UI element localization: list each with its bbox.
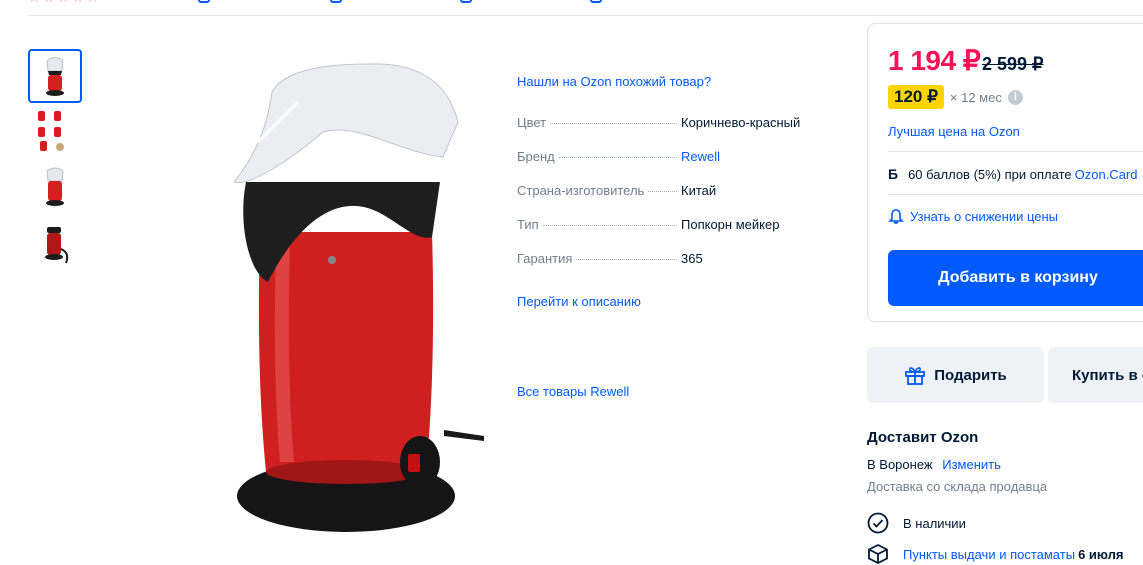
thumbnail-4[interactable] (28, 217, 82, 271)
gift-button[interactable]: Подарить (867, 347, 1044, 403)
spec-leader (542, 225, 677, 226)
points-text: 60 баллов (5%) при оплате (908, 166, 1072, 182)
bell-icon (888, 209, 904, 224)
box-icon (868, 543, 888, 565)
spec-leader (558, 157, 677, 158)
spec-row-type: Тип Попкорн мейкер (517, 217, 837, 251)
divider (888, 151, 1143, 152)
spec-label: Бренд (517, 149, 555, 164)
similar-product-link[interactable]: Нашли на Ozon похожий товар? (517, 74, 711, 89)
go-to-description-link[interactable]: Перейти к описанию (517, 294, 641, 309)
stock-status: В наличии (867, 512, 966, 534)
spec-value: 365 (681, 251, 703, 266)
delivery-title: Доставит Ozon (867, 429, 979, 446)
spec-label: Гарантия (517, 251, 573, 266)
spec-label: Цвет (517, 115, 547, 130)
spec-value: Китай (681, 183, 717, 198)
popcorn-maker-side-icon (46, 167, 64, 206)
popcorn-maker-back-icon (45, 227, 69, 264)
check-circle-icon (867, 512, 889, 534)
thumbnail-2[interactable] (28, 105, 82, 159)
spec-leader (648, 191, 677, 192)
price-alert-link[interactable]: Узнать о снижении цены (910, 209, 1058, 224)
spec-label: Тип (517, 217, 539, 232)
spec-label: Страна-изготовитель (517, 183, 645, 198)
gift-icon (905, 367, 926, 385)
popcorn-maker-views-icon (38, 111, 64, 151)
spec-leader (550, 123, 677, 124)
spec-leader (576, 259, 677, 260)
all-brand-products-link[interactable]: Все товары Rewell (517, 384, 629, 399)
info-icon[interactable]: i (1007, 89, 1023, 105)
rating-strip: ☆☆☆☆☆ (0, 0, 1143, 16)
thumbnail-list (28, 49, 84, 273)
spec-row-brand: Бренд Rewell (517, 149, 837, 183)
divider (28, 15, 1143, 16)
add-to-cart-button[interactable]: Добавить в корзину (888, 250, 1143, 306)
pickup-points-link[interactable]: Пункты выдачи и постаматы (903, 547, 1075, 562)
installment[interactable]: 120 ₽ × 12 мес i (888, 84, 1023, 110)
points-info: Б 60 баллов (5%) при оплате Ozon.Card (888, 166, 1138, 182)
brand-link[interactable]: Rewell (681, 149, 837, 164)
price-alert[interactable]: Узнать о снижении цены (888, 209, 1058, 224)
spec-row-country: Страна-изготовитель Китай (517, 183, 837, 217)
delivery-city-row: В Воронеж Изменить (867, 457, 1001, 472)
spec-value: Попкорн мейкер (681, 217, 780, 232)
divider (888, 194, 1143, 195)
power-cord (444, 430, 484, 441)
spec-row-warranty: Гарантия 365 (517, 251, 837, 285)
thumbnail-3[interactable] (28, 161, 82, 215)
buy-label: Купить в один клик (1072, 366, 1143, 384)
lid (233, 63, 459, 184)
current-price: 1 194 ₽ (888, 45, 981, 76)
best-price-link[interactable]: Лучшая цена на Ozon (888, 124, 1020, 139)
share-icon[interactable] (460, 0, 472, 3)
specs-list: Цвет Коричнево-красный Бренд Rewell Стра… (517, 115, 837, 285)
rating-stars[interactable]: ☆☆☆☆☆ (28, 0, 101, 6)
delivery-note: Доставка со склада продавца (867, 479, 1048, 494)
gift-label: Подарить (934, 366, 1007, 384)
pickup-date: 6 июля (1078, 546, 1124, 562)
price-card: 1 194 ₽ 2 599 ₽ 120 ₽ × 12 мес i Лучшая … (867, 23, 1143, 322)
spec-row-color: Цвет Коричнево-красный (517, 115, 837, 149)
buy-one-click-button[interactable]: Купить в один клик (1048, 347, 1143, 403)
questions-icon[interactable] (330, 0, 342, 3)
old-price: 2 599 ₽ (982, 54, 1044, 74)
reviews-icon[interactable] (198, 0, 210, 3)
power-switch (408, 454, 420, 472)
product-image[interactable] (228, 62, 484, 534)
popcorn-maker-thumb-icon (46, 57, 64, 96)
points-icon: Б (888, 166, 899, 182)
delivery-city: В Воронеж (867, 457, 933, 472)
screw (328, 256, 336, 264)
pickup-row: Пункты выдачи и постаматы 6 июля (867, 543, 1124, 565)
ozon-card-link[interactable]: Ozon.Card (1075, 167, 1138, 182)
change-city-link[interactable]: Изменить (942, 457, 1001, 472)
installment-term: × 12 мес (949, 89, 1002, 105)
installment-badge: 120 ₽ (888, 85, 944, 109)
compare-icon[interactable] (590, 0, 602, 3)
thumbnail-1[interactable] (28, 49, 82, 103)
in-stock-label: В наличии (903, 515, 966, 531)
spec-value: Коричнево-красный (681, 115, 801, 130)
